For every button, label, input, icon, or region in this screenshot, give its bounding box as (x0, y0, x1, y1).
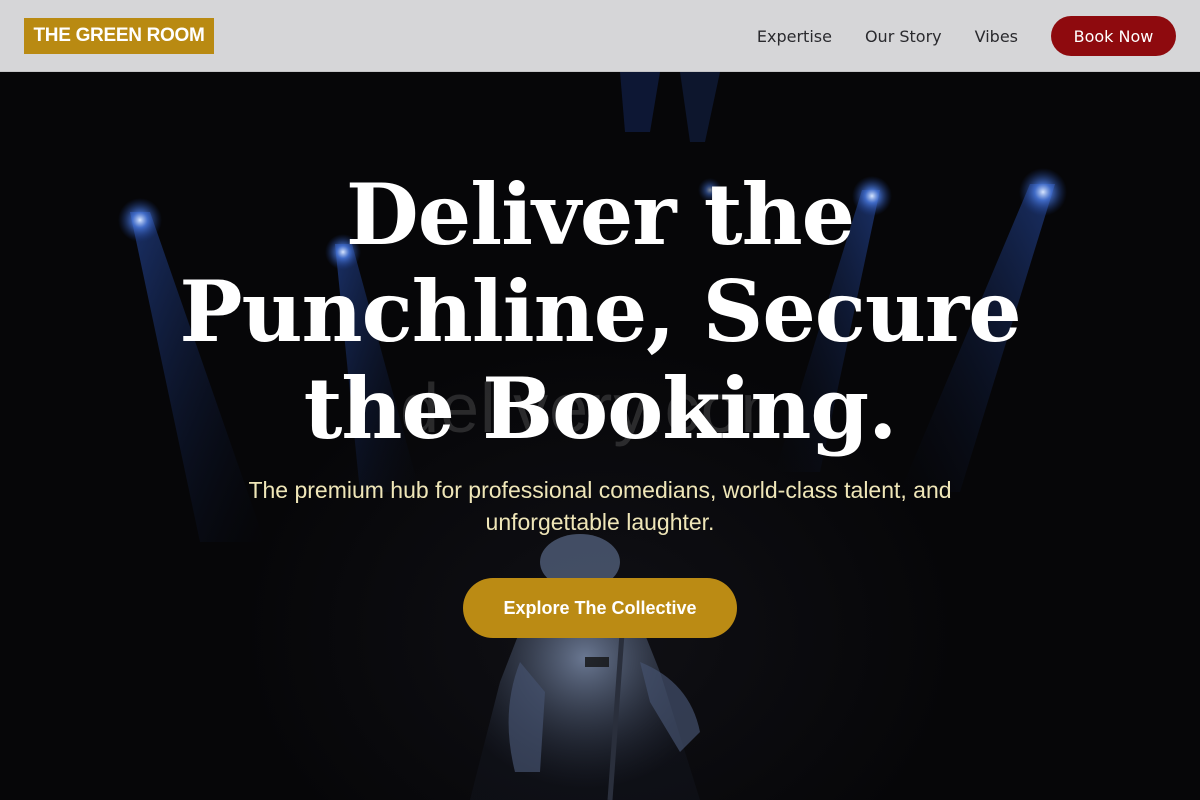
main-nav: Expertise Our Story Vibes Book Now (757, 16, 1176, 56)
nav-link-expertise[interactable]: Expertise (757, 27, 832, 46)
site-header: THE GREEN ROOM Expertise Our Story Vibes… (0, 0, 1200, 72)
book-now-button[interactable]: Book Now (1051, 16, 1176, 56)
nav-link-vibes[interactable]: Vibes (975, 27, 1018, 46)
hero-section: delivery.com Deliver the Punchline, Secu… (0, 72, 1200, 800)
nav-link-our-story[interactable]: Our Story (865, 27, 942, 46)
hero-title-line-2: Punchline, Secure (179, 262, 1021, 361)
hero-title-line-1: Deliver the (345, 165, 855, 264)
explore-collective-button[interactable]: Explore The Collective (463, 578, 737, 638)
hero-subtitle: The premium hub for professional comedia… (248, 477, 952, 535)
performer-figure (470, 534, 700, 800)
hero-title: Deliver the Punchline, Secure the Bookin… (100, 166, 1100, 457)
hero-title-line-3: the Booking. (303, 359, 898, 458)
logo[interactable]: THE GREEN ROOM (24, 18, 214, 54)
